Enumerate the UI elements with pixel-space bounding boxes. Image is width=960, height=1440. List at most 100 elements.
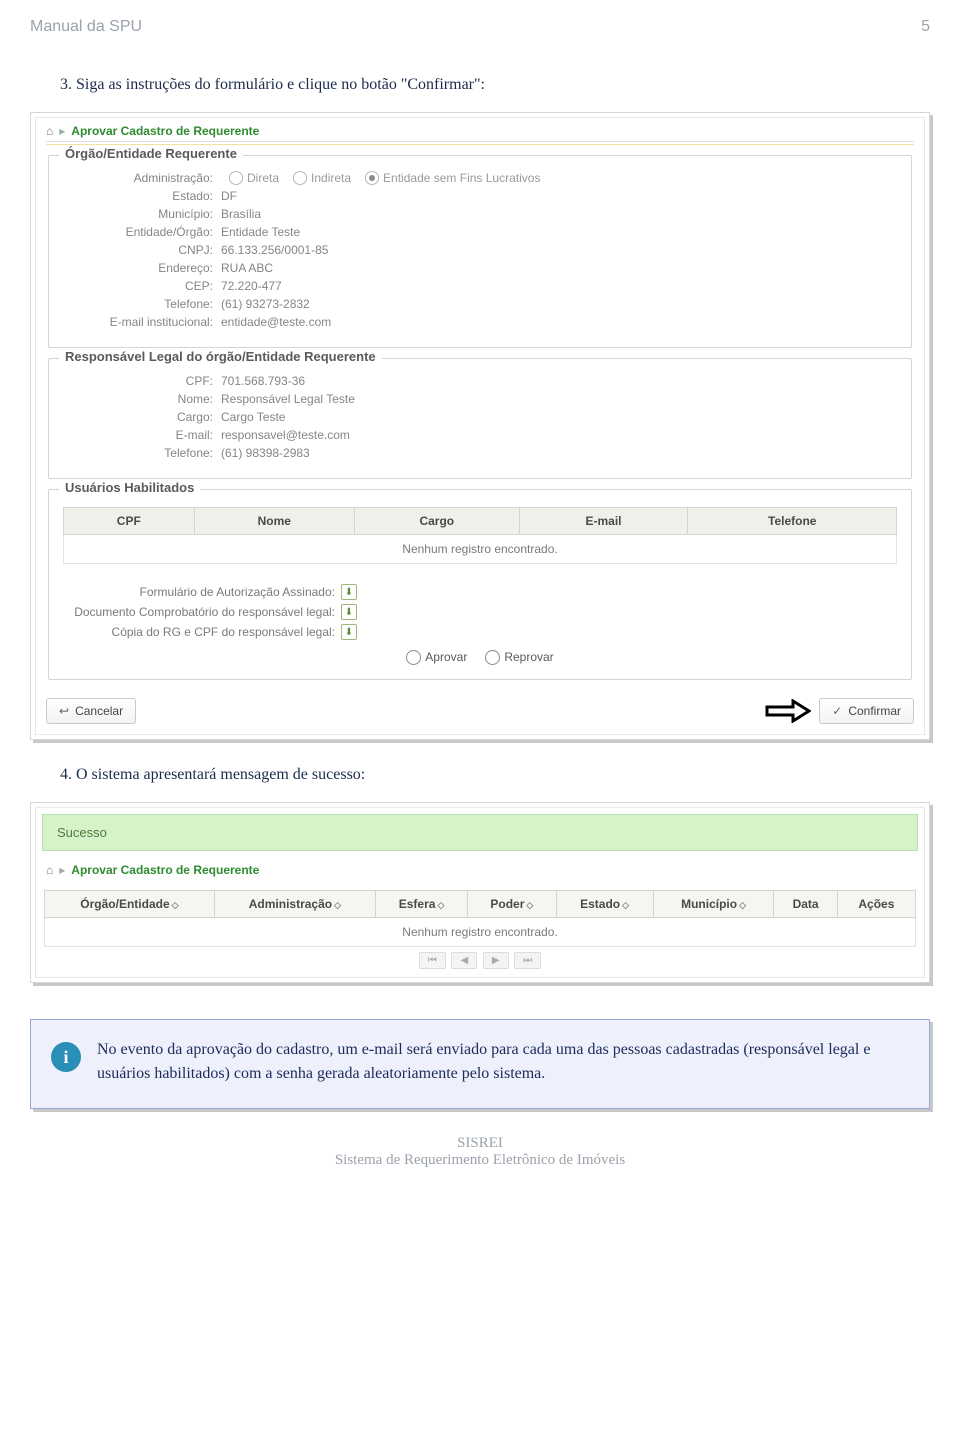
breadcrumb-current[interactable]: Aprovar Cadastro de Requerente — [71, 124, 259, 138]
home-icon[interactable]: ⌂ — [46, 863, 53, 877]
divider — [46, 141, 914, 145]
confirm-label: Confirmar — [848, 704, 901, 718]
resp-cargo-value: Cargo Teste — [221, 410, 285, 424]
download-icon[interactable]: ⬇ — [341, 624, 357, 640]
cep-value: 72.220-477 — [221, 279, 282, 293]
resp-cpf-label: CPF: — [63, 374, 221, 388]
tel-label: Telefone: — [63, 297, 221, 311]
col-cargo: Cargo — [354, 508, 519, 535]
attach-row-doc: Documento Comprobatório do responsável l… — [63, 604, 357, 620]
col-nome: Nome — [194, 508, 354, 535]
screenshot-form: ⌂ ▸ Aprovar Cadastro de Requerente Órgão… — [30, 112, 930, 740]
email-label: E-mail institucional: — [63, 315, 221, 329]
radio-reprovar[interactable]: Reprovar — [485, 650, 553, 665]
sort-icon: ◇ — [172, 900, 179, 910]
footer-line-2: Sistema de Requerimento Eletrônico de Im… — [30, 1152, 930, 1169]
attach-row-form: Formulário de Autorização Assinado: ⬇ — [63, 584, 357, 600]
radio-direta[interactable]: Direta — [229, 171, 279, 185]
col-email: E-mail — [519, 508, 688, 535]
resp-cpf-value: 701.568.793-36 — [221, 374, 305, 388]
col-municipio[interactable]: Município◇ — [653, 891, 774, 918]
confirm-button[interactable]: ✓ Confirmar — [819, 698, 914, 724]
admin-label: Administração: — [63, 171, 221, 185]
resp-tel-value: (61) 98398-2983 — [221, 446, 310, 460]
pager-prev-icon[interactable]: ◀ — [451, 952, 477, 969]
page-footer: SISREI Sistema de Requerimento Eletrônic… — [30, 1135, 930, 1168]
step-3-text: 3. Siga as instruções do formulário e cl… — [60, 76, 930, 94]
breadcrumb-separator-icon: ▸ — [59, 863, 65, 877]
decision-radio-group: Aprovar Reprovar — [63, 650, 897, 665]
col-cpf: CPF — [64, 508, 195, 535]
estado-label: Estado: — [63, 189, 221, 203]
home-icon[interactable]: ⌂ — [46, 124, 53, 138]
usuarios-table: CPF Nome Cargo E-mail Telefone Nenhum re… — [63, 507, 897, 564]
resp-email-value: responsavel@teste.com — [221, 428, 350, 442]
col-acoes: Ações — [837, 891, 915, 918]
orgao-label: Entidade/Órgão: — [63, 225, 221, 239]
download-icon[interactable]: ⬇ — [341, 604, 357, 620]
list-table: Órgão/Entidade◇ Administração◇ Esfera◇ P… — [44, 890, 916, 947]
cep-label: CEP: — [63, 279, 221, 293]
screenshot-success: Sucesso ⌂ ▸ Aprovar Cadastro de Requeren… — [30, 802, 930, 983]
col-estado[interactable]: Estado◇ — [556, 891, 653, 918]
col-esfera[interactable]: Esfera◇ — [375, 891, 467, 918]
page-number: 5 — [921, 18, 930, 36]
admin-radio-group: Direta Indireta Entidade sem Fins Lucrat… — [229, 171, 540, 185]
sort-icon: ◇ — [437, 900, 444, 910]
check-icon: ✓ — [832, 704, 842, 718]
resp-email-label: E-mail: — [63, 428, 221, 442]
step-4-text: 4. O sistema apresentará mensagem de suc… — [60, 766, 930, 784]
col-admin[interactable]: Administração◇ — [214, 891, 375, 918]
cnpj-value: 66.133.256/0001-85 — [221, 243, 328, 257]
table-row: Nenhum registro encontrado. — [64, 535, 897, 564]
radio-indireta[interactable]: Indireta — [293, 171, 351, 185]
footer-line-1: SISREI — [30, 1135, 930, 1152]
table-row: Órgão/Entidade◇ Administração◇ Esfera◇ P… — [45, 891, 916, 918]
download-icon[interactable]: ⬇ — [341, 584, 357, 600]
sort-icon: ◇ — [739, 900, 746, 910]
pager: ⏮ ◀ ▶ ⏭ — [44, 947, 916, 975]
pager-next-icon[interactable]: ▶ — [483, 952, 509, 969]
sort-icon: ◇ — [526, 900, 533, 910]
fieldset-usuarios: Usuários Habilitados CPF Nome Cargo E-ma… — [48, 489, 912, 680]
doc-title: Manual da SPU — [30, 18, 142, 36]
breadcrumb: ⌂ ▸ Aprovar Cadastro de Requerente — [36, 857, 924, 880]
endereco-value: RUA ABC — [221, 261, 273, 275]
col-orgao[interactable]: Órgão/Entidade◇ — [45, 891, 215, 918]
breadcrumb: ⌂ ▸ Aprovar Cadastro de Requerente — [36, 118, 924, 141]
breadcrumb-current[interactable]: Aprovar Cadastro de Requerente — [71, 863, 259, 877]
list-empty: Nenhum registro encontrado. — [45, 918, 916, 947]
municipio-value: Brasília — [221, 207, 261, 221]
endereco-label: Endereço: — [63, 261, 221, 275]
table-row: Nenhum registro encontrado. — [45, 918, 916, 947]
fieldset-usuarios-legend: Usuários Habilitados — [59, 480, 200, 495]
resp-nome-label: Nome: — [63, 392, 221, 406]
resp-tel-label: Telefone: — [63, 446, 221, 460]
fieldset-responsavel: Responsável Legal do órgão/Entidade Requ… — [48, 358, 912, 479]
sort-icon: ◇ — [622, 900, 629, 910]
fieldset-entity-legend: Órgão/Entidade Requerente — [59, 146, 243, 161]
pager-first-icon[interactable]: ⏮ — [419, 952, 446, 969]
col-poder[interactable]: Poder◇ — [468, 891, 556, 918]
info-text: No evento da aprovação do cadastro, um e… — [97, 1038, 909, 1086]
table-row: CPF Nome Cargo E-mail Telefone — [64, 508, 897, 535]
col-telefone: Telefone — [688, 508, 897, 535]
cancel-button[interactable]: ↩ Cancelar — [46, 698, 136, 724]
usuarios-empty: Nenhum registro encontrado. — [64, 535, 897, 564]
radio-aprovar[interactable]: Aprovar — [406, 650, 467, 665]
col-data: Data — [774, 891, 837, 918]
attach-rgcpf-label: Cópia do RG e CPF do responsável legal: — [112, 625, 335, 639]
pager-last-icon[interactable]: ⏭ — [514, 952, 541, 969]
estado-value: DF — [221, 189, 237, 203]
cancel-label: Cancelar — [75, 704, 123, 718]
info-callout: i No evento da aprovação do cadastro, um… — [30, 1019, 930, 1109]
sort-icon: ◇ — [334, 900, 341, 910]
radio-sem-fins[interactable]: Entidade sem Fins Lucrativos — [365, 171, 540, 185]
attach-form-label: Formulário de Autorização Assinado: — [140, 585, 335, 599]
callout-arrow-icon — [765, 700, 813, 722]
resp-nome-value: Responsável Legal Teste — [221, 392, 355, 406]
orgao-value: Entidade Teste — [221, 225, 300, 239]
attach-doc-label: Documento Comprobatório do responsável l… — [74, 605, 335, 619]
cnpj-label: CNPJ: — [63, 243, 221, 257]
breadcrumb-separator-icon: ▸ — [59, 124, 65, 138]
